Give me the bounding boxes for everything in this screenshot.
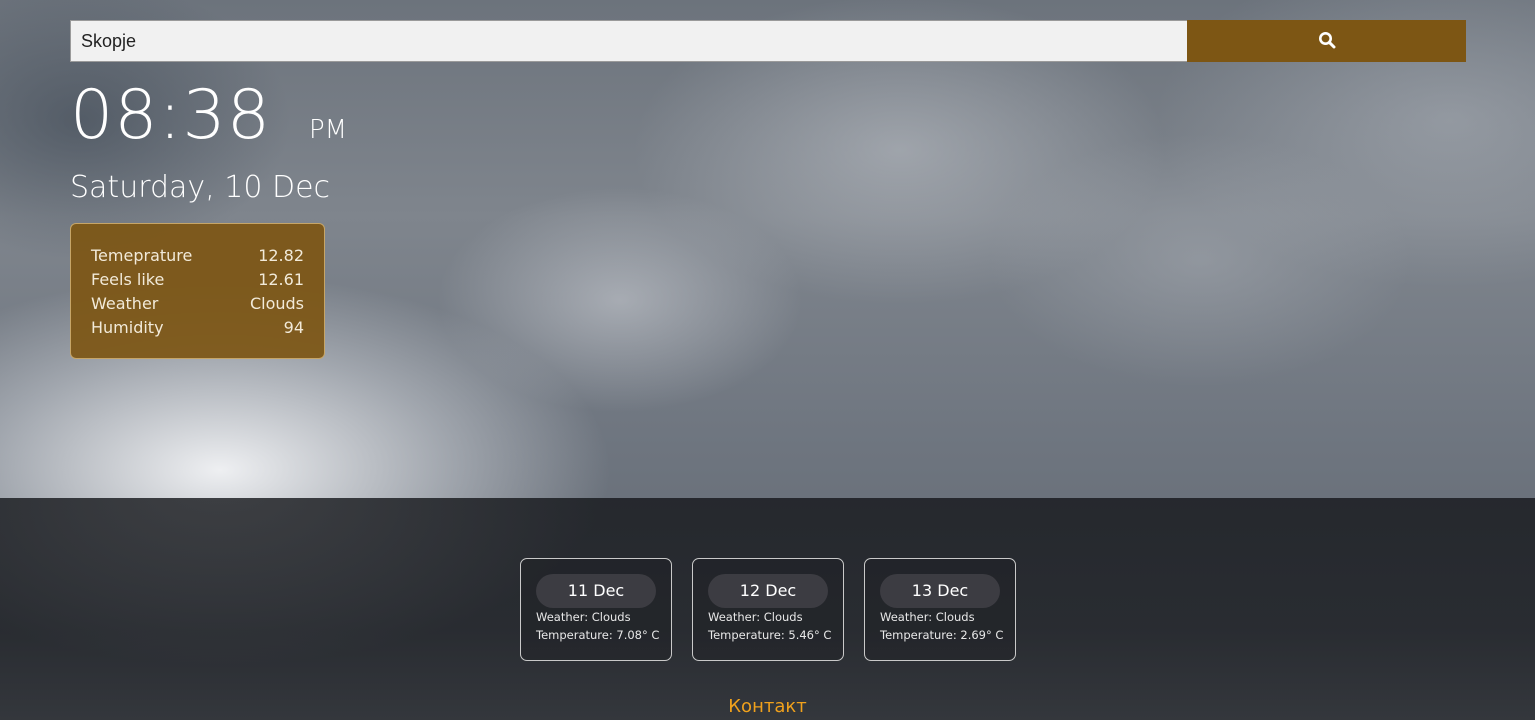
stat-label: Weather [91, 294, 159, 313]
clock-ampm: PM [308, 115, 348, 145]
search-icon [1318, 31, 1336, 52]
search-button[interactable] [1187, 20, 1466, 62]
contact-link[interactable]: Контакт [0, 696, 1535, 717]
forecast-card: 13 Dec Weather: Clouds Temperature: 2.69… [864, 558, 1016, 661]
page: 08:38 PM Saturday, 10 Dec Temeprature 12.… [0, 0, 1535, 720]
forecast-card: 12 Dec Weather: Clouds Temperature: 5.46… [692, 558, 844, 661]
stat-label: Temeprature [91, 246, 193, 265]
forecast-weather: Weather: Clouds [708, 610, 803, 624]
current-weather-card: Temeprature 12.82 Feels like 12.61 Weath… [70, 223, 325, 359]
clock: 08:38 PM [70, 76, 347, 155]
forecast-temperature: Temperature: 5.46° C [708, 628, 832, 642]
stat-value: Clouds [249, 294, 304, 313]
stat-value: 94 [283, 318, 304, 337]
stat-label: Feels like [91, 270, 165, 289]
search-input[interactable] [70, 20, 1187, 62]
search-bar [70, 20, 1466, 62]
forecast-day: 12 Dec [708, 574, 828, 608]
forecast-card: 11 Dec Weather: Clouds Temperature: 7.08… [520, 558, 672, 661]
current-date: Saturday, 10 Dec [70, 170, 331, 205]
forecast-day: 11 Dec [536, 574, 656, 608]
forecast-temperature: Temperature: 2.69° C [880, 628, 1004, 642]
forecast-weather: Weather: Clouds [880, 610, 975, 624]
stat-label: Humidity [91, 318, 164, 337]
stat-value: 12.82 [258, 246, 304, 265]
clock-time: 08:38 [70, 76, 271, 155]
stat-row-humidity: Humidity 94 [91, 316, 304, 340]
stat-row-weather: Weather Clouds [91, 292, 304, 316]
forecast-day: 13 Dec [880, 574, 1000, 608]
stat-row-feels-like: Feels like 12.61 [91, 268, 304, 292]
forecast-temperature: Temperature: 7.08° C [536, 628, 660, 642]
stat-value: 12.61 [258, 270, 304, 289]
forecast-weather: Weather: Clouds [536, 610, 631, 624]
forecast-list: 11 Dec Weather: Clouds Temperature: 7.08… [520, 558, 1016, 661]
stat-row-temperature: Temeprature 12.82 [91, 244, 304, 268]
